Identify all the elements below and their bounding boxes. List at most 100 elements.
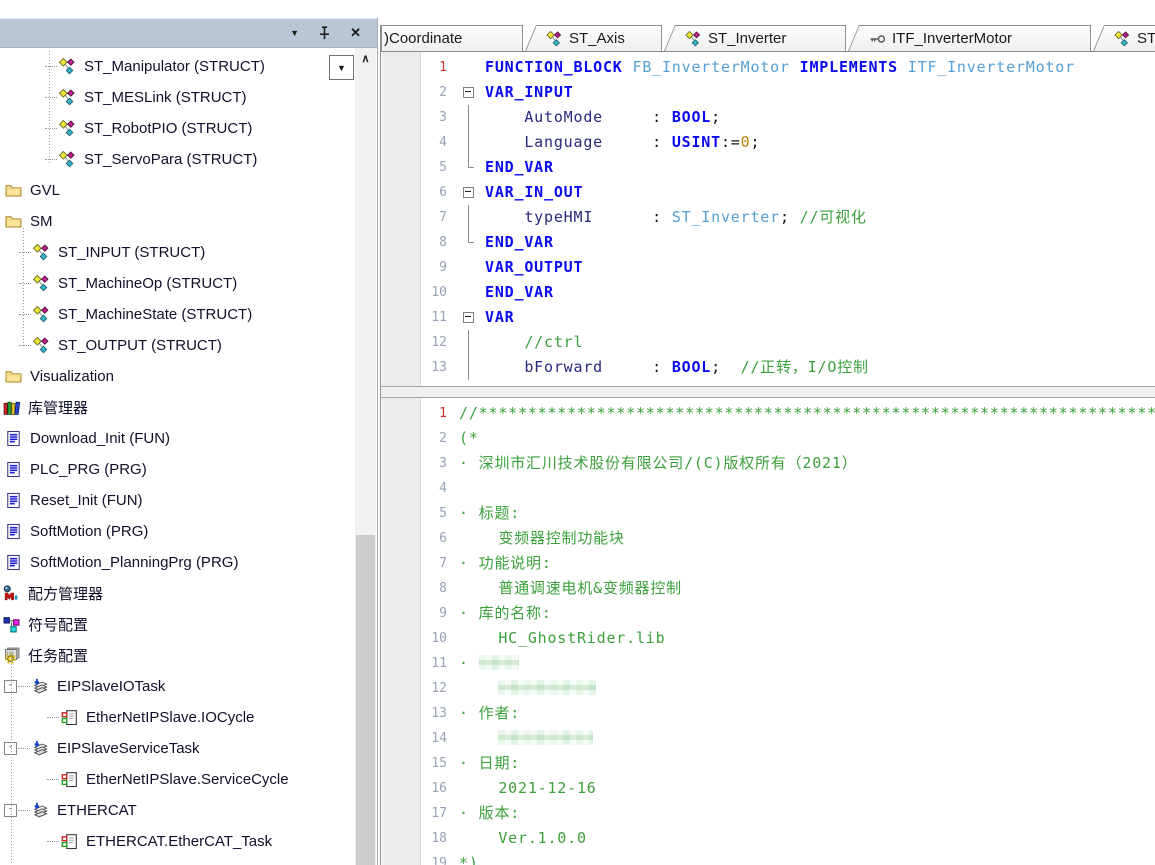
- tree-item[interactable]: 符号配置: [0, 609, 354, 640]
- panel-divider[interactable]: [377, 18, 378, 865]
- code-line[interactable]: 10 HC_GhostRider.lib: [381, 626, 1155, 651]
- tree-item[interactable]: Download_Init (FUN): [0, 423, 354, 454]
- tree-item-label: ETHERCAT: [57, 802, 137, 819]
- code-line[interactable]: 11VAR: [381, 305, 1155, 330]
- pin-icon[interactable]: [319, 26, 330, 40]
- code-line[interactable]: 5· 标题:: [381, 501, 1155, 526]
- task-icon: [31, 678, 50, 695]
- tree-item[interactable]: ETHERCAT.EtherCAT_Task: [0, 826, 354, 857]
- tree-item[interactable]: SoftMotion_PlanningPrg (PRG): [0, 547, 354, 578]
- tree-item[interactable]: ST_INPUT (STRUCT): [0, 237, 354, 268]
- tree-item[interactable]: Reset_Init (FUN): [0, 485, 354, 516]
- editor-tab[interactable]: ST_Inverter: [664, 25, 846, 51]
- code-line[interactable]: 2VAR_INPUT: [381, 80, 1155, 105]
- code-line[interactable]: 13· 作者:: [381, 701, 1155, 726]
- editor-tab[interactable]: )Coordinate: [381, 25, 523, 51]
- code-line[interactable]: 1FUNCTION_BLOCK FB_InverterMotor IMPLEME…: [381, 55, 1155, 80]
- fold-toggle-icon[interactable]: [459, 305, 485, 330]
- tree-guide-line: [23, 228, 24, 346]
- editor-tab[interactable]: ITF_InverterMotor: [848, 25, 1091, 51]
- tree-item[interactable]: 库管理器: [0, 392, 354, 423]
- code-line[interactable]: 8 普通调速电机&变频器控制: [381, 576, 1155, 601]
- tree-item[interactable]: ST_MESLink (STRUCT): [0, 82, 354, 113]
- scrollbar-thumb[interactable]: [356, 535, 375, 865]
- code-line[interactable]: 8END_VAR: [381, 230, 1155, 255]
- tree-item[interactable]: ST_ServoPara (STRUCT): [0, 144, 354, 175]
- code-line[interactable]: 6 变频器控制功能块: [381, 526, 1155, 551]
- chevron-down-icon[interactable]: ▼: [290, 27, 299, 39]
- tree-item-label: ST_MESLink (STRUCT): [84, 89, 247, 106]
- tree-item[interactable]: -EIPSlaveServiceTask: [0, 733, 354, 764]
- tree-item[interactable]: ST_MachineState (STRUCT): [0, 299, 354, 330]
- line-number: 13: [381, 701, 459, 726]
- editor-tab[interactable]: ST_Axis: [525, 25, 662, 51]
- code-text: //**************************************…: [459, 401, 1155, 426]
- tree-item[interactable]: SoftMotion (PRG): [0, 516, 354, 547]
- tree-item-dropdown[interactable]: ▼: [329, 55, 354, 80]
- code-line[interactable]: 5END_VAR: [381, 155, 1155, 180]
- tree-item[interactable]: -EIPSlaveIOTask: [0, 671, 354, 702]
- code-line[interactable]: 12 //ctrl: [381, 330, 1155, 355]
- code-line[interactable]: 6VAR_IN_OUT: [381, 180, 1155, 205]
- tree-item-label: Reset_Init (FUN): [30, 492, 143, 509]
- tree-item[interactable]: 配方管理器: [0, 578, 354, 609]
- implementation-editor[interactable]: 1//*************************************…: [381, 398, 1155, 865]
- tree-item[interactable]: -ETHERCAT: [0, 795, 354, 826]
- code-line[interactable]: 14: [381, 726, 1155, 751]
- code-line[interactable]: 19*): [381, 851, 1155, 865]
- code-line[interactable]: 7· 功能说明:: [381, 551, 1155, 576]
- tree-item[interactable]: EtherNetIPSlave.IOCycle: [0, 702, 354, 733]
- line-number: 17: [381, 801, 459, 826]
- code-text: · 功能说明:: [459, 551, 552, 576]
- editor-tab[interactable]: ST_: [1093, 25, 1155, 51]
- tree-item[interactable]: Visualization: [0, 361, 354, 392]
- code-line[interactable]: 7 typeHMI : ST_Inverter; //可视化: [381, 205, 1155, 230]
- tree-item[interactable]: 任务配置: [0, 640, 354, 671]
- tree-item[interactable]: GVL: [0, 175, 354, 206]
- code-line[interactable]: 15· 日期:: [381, 751, 1155, 776]
- editor-splitter[interactable]: [381, 386, 1155, 398]
- fold-toggle-icon[interactable]: [459, 180, 485, 205]
- code-line[interactable]: 3 AutoMode : BOOL;: [381, 105, 1155, 130]
- fold-guide: [459, 330, 485, 355]
- code-line[interactable]: 12: [381, 676, 1155, 701]
- code-line[interactable]: 17· 版本:: [381, 801, 1155, 826]
- code-line[interactable]: 9· 库的名称:: [381, 601, 1155, 626]
- code-text: VAR_INPUT: [485, 80, 573, 105]
- struct-icon: [58, 151, 77, 168]
- code-line[interactable]: 4: [381, 476, 1155, 501]
- code-text: · 标题:: [459, 501, 520, 526]
- tree-item[interactable]: PLC_PRG (PRG): [0, 454, 354, 485]
- code-line[interactable]: 16 2021-12-16: [381, 776, 1155, 801]
- tab-label: )Coordinate: [384, 30, 462, 47]
- tree-scrollbar[interactable]: ∧: [355, 48, 376, 865]
- line-number: 11: [381, 651, 459, 676]
- tree-item[interactable]: SM: [0, 206, 354, 237]
- code-line[interactable]: 3· 深圳市汇川技术股份有限公司/(C)版权所有（2021）: [381, 451, 1155, 476]
- tree-item[interactable]: EtherNetIPSlave.ServiceCycle: [0, 764, 354, 795]
- panel-header: ▼ ✕: [0, 18, 377, 48]
- declaration-editor[interactable]: 1FUNCTION_BLOCK FB_InverterMotor IMPLEME…: [381, 52, 1155, 386]
- chevron-up-icon[interactable]: ∧: [355, 48, 376, 68]
- code-line[interactable]: 1//*************************************…: [381, 401, 1155, 426]
- code-line[interactable]: 2(*: [381, 426, 1155, 451]
- code-line[interactable]: 10END_VAR: [381, 280, 1155, 305]
- code-line[interactable]: 4 Language : USINT:=0;: [381, 130, 1155, 155]
- code-line[interactable]: 13 bForward : BOOL; //正转，I/O控制: [381, 355, 1155, 380]
- tab-label: ITF_InverterMotor: [892, 30, 1012, 47]
- tree-item[interactable]: ST_RobotPIO (STRUCT): [0, 113, 354, 144]
- code-line[interactable]: 9VAR_OUTPUT: [381, 255, 1155, 280]
- tree-item[interactable]: ST_MachineOp (STRUCT): [0, 268, 354, 299]
- tree-item[interactable]: ST_OUTPUT (STRUCT): [0, 330, 354, 361]
- fold-guide: [459, 105, 485, 130]
- close-icon[interactable]: ✕: [350, 27, 361, 39]
- code-line[interactable]: 18 Ver.1.0.0: [381, 826, 1155, 851]
- code-line[interactable]: 11·: [381, 651, 1155, 676]
- tree-item-label: 配方管理器: [28, 583, 103, 604]
- struct-icon: [1114, 31, 1131, 47]
- fold-toggle-icon[interactable]: [459, 80, 485, 105]
- tree-connector: [18, 748, 30, 749]
- tree-connector: [47, 779, 59, 780]
- tree-item[interactable]: ST_Manipulator (STRUCT): [0, 51, 354, 82]
- tree-item-label: EtherNetIPSlave.IOCycle: [86, 709, 254, 726]
